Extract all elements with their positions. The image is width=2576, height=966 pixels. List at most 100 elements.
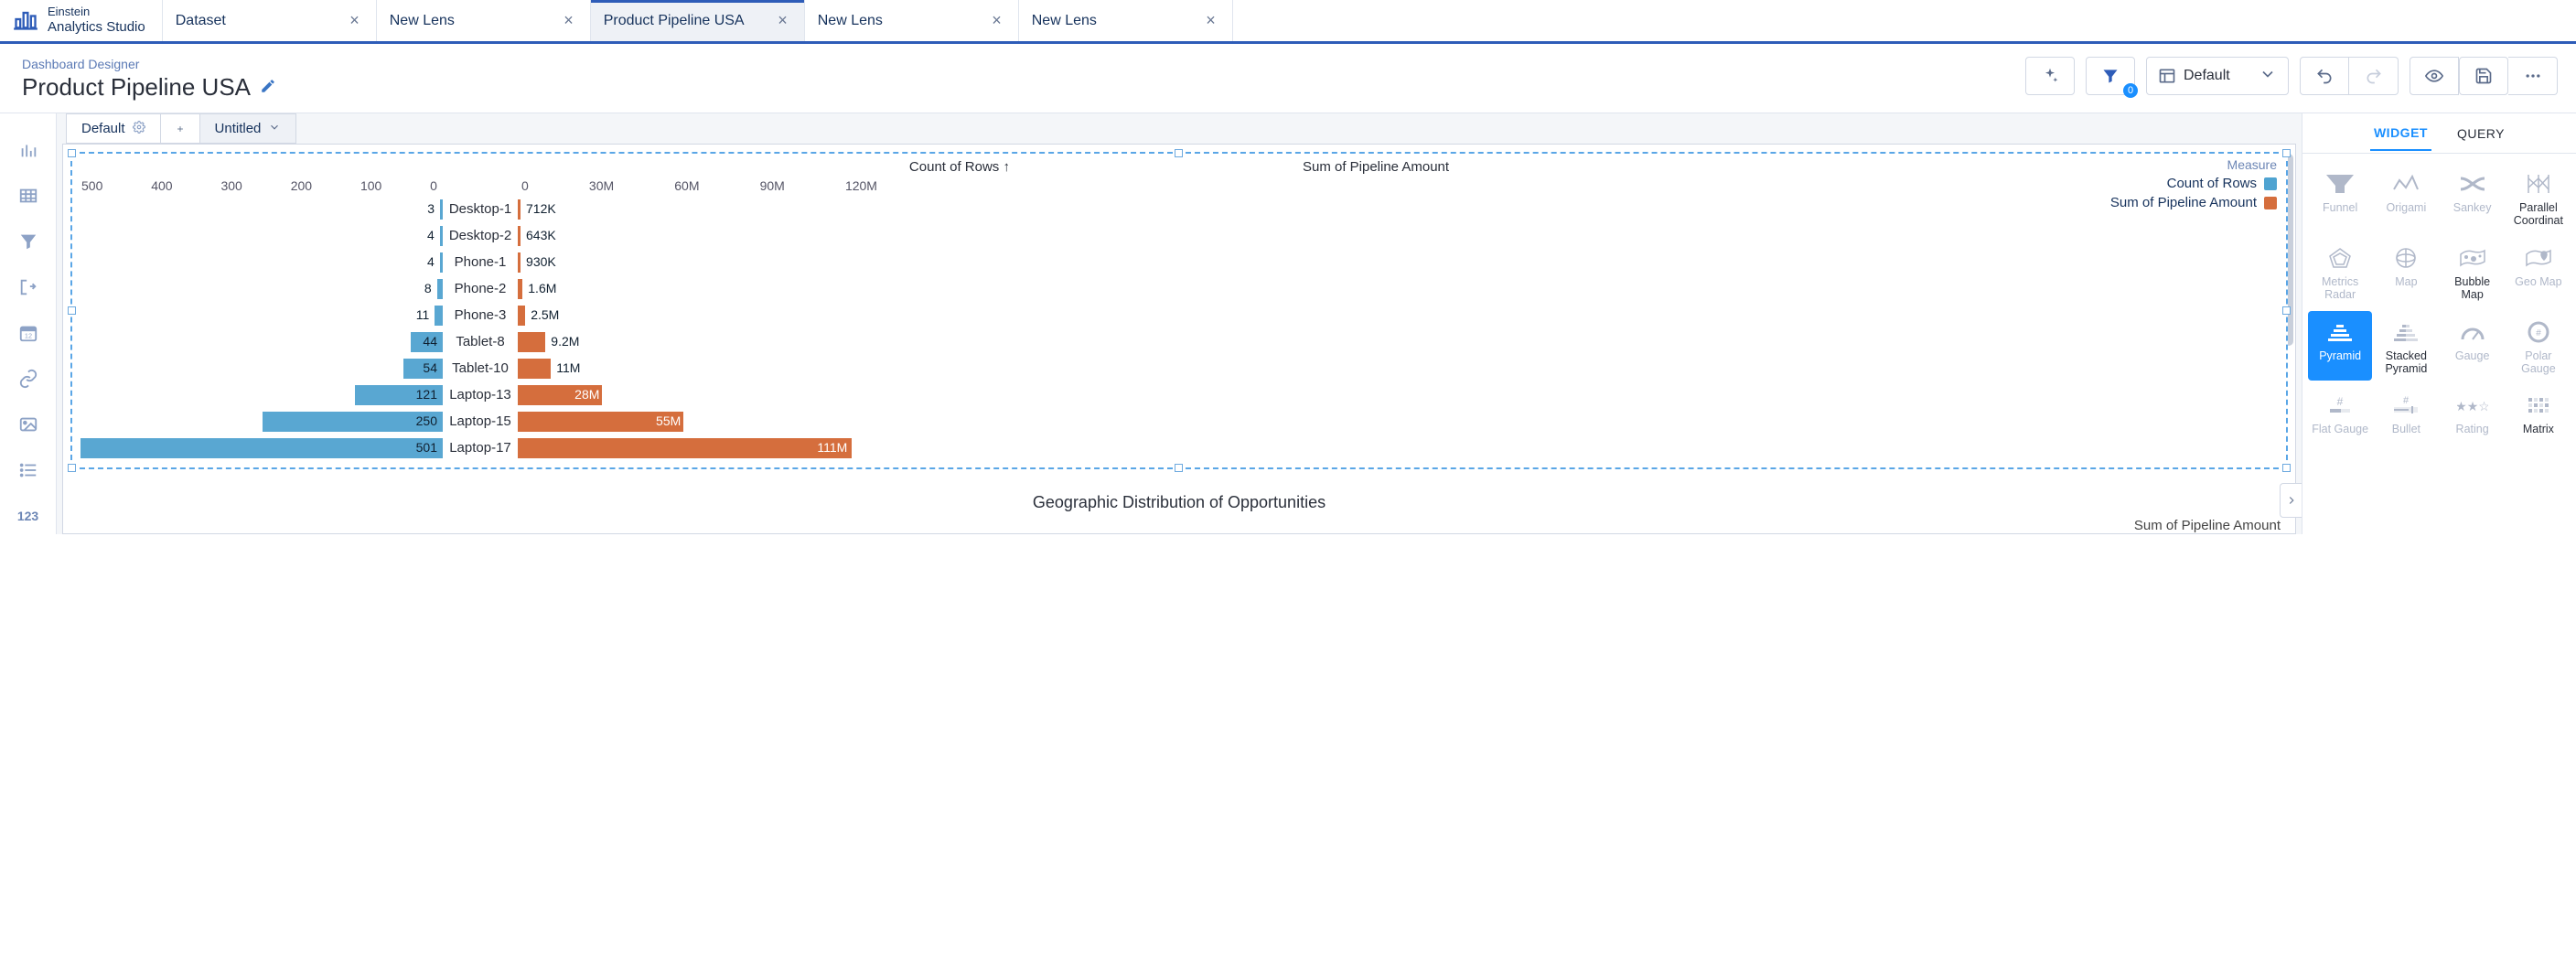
resize-handle[interactable] (68, 464, 76, 472)
edit-title-icon[interactable] (260, 78, 276, 97)
chart-type-funnel[interactable]: Funnel (2308, 163, 2372, 233)
chart-type-metrics-radar[interactable]: Metrics Radar (2308, 237, 2372, 307)
close-icon[interactable]: × (346, 9, 363, 32)
app-tabstrip: Einstein Analytics Studio Dataset× New L… (0, 0, 2576, 44)
chart-type-rating[interactable]: ★★☆ Rating (2441, 384, 2505, 441)
gear-icon[interactable] (133, 121, 145, 137)
chart-type-geo-map[interactable]: Geo Map (2506, 237, 2571, 307)
chart-type-pyramid[interactable]: Pyramid (2308, 311, 2372, 381)
tick: 60M (674, 178, 699, 193)
chart-type-polar-gauge[interactable]: #Polar Gauge (2506, 311, 2571, 381)
tab-label: Product Pipeline USA (604, 13, 745, 29)
bar-row: 8Phone-21.6M (81, 276, 2277, 301)
tab-dataset[interactable]: Dataset× (163, 0, 377, 41)
tab-label: New Lens (1032, 13, 1097, 29)
resize-handle[interactable] (2282, 149, 2291, 157)
breadcrumb[interactable]: Dashboard Designer (22, 57, 276, 71)
bar-category: Laptop-17 (443, 440, 518, 456)
rail-filter-icon[interactable] (16, 231, 41, 252)
chart-type-origami[interactable]: Origami (2374, 163, 2438, 233)
tab-widget[interactable]: WIDGET (2370, 116, 2431, 151)
resize-handle[interactable] (1175, 149, 1183, 157)
bar-value-left: 11 (416, 307, 432, 322)
layout-select-label: Default (2184, 68, 2230, 84)
ct-label: Rating (2456, 423, 2489, 435)
chart-type-flat-gauge[interactable]: #Flat Gauge (2308, 384, 2372, 441)
redo-button[interactable] (2349, 57, 2399, 95)
rail-list-icon[interactable] (16, 459, 41, 481)
rail-chart-icon[interactable] (16, 139, 41, 161)
rail-link-icon[interactable] (16, 368, 41, 390)
chart-type-sankey[interactable]: Sankey (2441, 163, 2505, 233)
rail-number-icon[interactable]: 123 (16, 505, 41, 527)
svg-text:#: # (2403, 395, 2410, 406)
pyramid-icon (2322, 318, 2358, 346)
resize-handle[interactable] (68, 306, 76, 315)
rating-icon: ★★☆ (2454, 392, 2491, 419)
canvas-tab-label: Default (81, 121, 125, 136)
legend-swatch-orange (2264, 197, 2277, 209)
chart-type-map[interactable]: Map (2374, 237, 2438, 307)
undo-button[interactable] (2300, 57, 2349, 95)
bar-value-left: 54 (423, 360, 439, 375)
chart-legend: Measure Count of Rows Sum of Pipeline Am… (2110, 157, 2277, 210)
close-icon[interactable]: × (560, 9, 577, 32)
bar-row: 54Tablet-1011M (81, 356, 2277, 381)
canvas-tab-untitled[interactable]: Untitled (199, 113, 297, 144)
close-icon[interactable]: × (988, 9, 1005, 32)
chart-type-parallel[interactable]: Parallel Coordinat (2506, 163, 2571, 233)
dashboard-canvas[interactable]: Measure Count of Rows Sum of Pipeline Am… (62, 144, 2296, 534)
bar-category: Tablet-10 (443, 360, 518, 376)
more-button[interactable] (2508, 57, 2558, 95)
bar-value-right: 643K (526, 228, 556, 242)
chart-type-bubble-map[interactable]: Bubble Map (2441, 237, 2505, 307)
matrix-icon (2520, 392, 2557, 419)
stacked-pyramid-icon (2388, 318, 2424, 346)
tick: 30M (589, 178, 614, 193)
save-button[interactable] (2459, 57, 2508, 95)
chart-type-stacked-pyramid[interactable]: Stacked Pyramid (2374, 311, 2438, 381)
ct-label: Sankey (2453, 201, 2492, 214)
chart-type-gauge[interactable]: Gauge (2441, 311, 2505, 381)
gauge-icon (2454, 318, 2491, 346)
resize-handle[interactable] (68, 149, 76, 157)
resize-handle[interactable] (1175, 464, 1183, 472)
bar-value-left: 501 (416, 440, 439, 455)
tab-new-lens-1[interactable]: New Lens× (377, 0, 591, 41)
legend-item-label: Count of Rows (2167, 176, 2257, 191)
chart-type-grid: Funnel Origami Sankey Parallel Coordinat… (2302, 154, 2576, 451)
tab-new-lens-3[interactable]: New Lens × (1019, 0, 1233, 41)
layout-select[interactable]: Default (2146, 57, 2289, 95)
chart-type-matrix[interactable]: Matrix (2506, 384, 2571, 441)
canvas-tab-default[interactable]: Default (66, 113, 161, 144)
global-filter-button[interactable]: 0 (2086, 57, 2135, 95)
tab-product-pipeline[interactable]: Product Pipeline USA × (591, 0, 805, 41)
chevron-down-icon[interactable] (268, 121, 281, 137)
ct-label: Metrics Radar (2310, 275, 2370, 302)
preview-button[interactable] (2410, 57, 2459, 95)
funnel-icon (2322, 170, 2358, 198)
canvas-tabbar: Default Untitled (57, 113, 2302, 144)
resize-handle[interactable] (2282, 464, 2291, 472)
close-icon[interactable]: × (774, 9, 791, 32)
rail-date-icon[interactable]: 12 (16, 322, 41, 344)
rail-table-icon[interactable] (16, 185, 41, 207)
bar-value-right: 55M (656, 413, 681, 428)
tab-query[interactable]: QUERY (2453, 117, 2508, 150)
rail-container-icon[interactable] (16, 276, 41, 298)
resize-handle[interactable] (2282, 306, 2291, 315)
tick: 500 (81, 178, 102, 193)
close-icon[interactable]: × (1202, 9, 1219, 32)
chart-type-bullet[interactable]: # Bullet (2374, 384, 2438, 441)
bar-row: 250Laptop-1555M (81, 409, 2277, 434)
tab-new-lens-2[interactable]: New Lens× (805, 0, 1019, 41)
chart-widget-selected[interactable]: Measure Count of Rows Sum of Pipeline Am… (70, 152, 2288, 469)
sparkle-button[interactable] (2025, 57, 2075, 95)
canvas-tab-add[interactable] (160, 113, 200, 144)
tick: 90M (760, 178, 785, 193)
ct-label: Bullet (2392, 423, 2420, 435)
right-panel-collapse[interactable] (2280, 483, 2302, 518)
rail-image-icon[interactable] (16, 413, 41, 435)
bar-category: Laptop-15 (443, 413, 518, 429)
canvas-column: Default Untitled (57, 113, 2302, 534)
